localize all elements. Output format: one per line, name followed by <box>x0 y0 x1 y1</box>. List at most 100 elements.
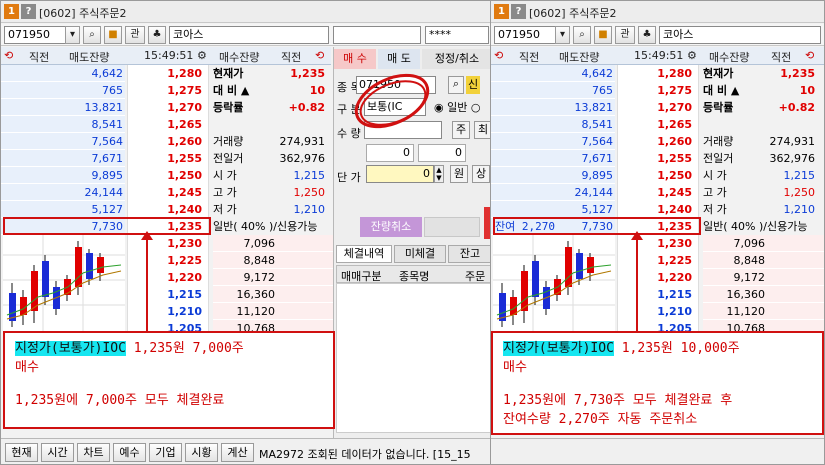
price-input[interactable]: 0 <box>366 165 434 183</box>
bid-price[interactable]: 1,230 <box>127 235 209 252</box>
gear-icon[interactable]: ♣ <box>638 26 656 44</box>
ask-price[interactable]: 1,275 <box>127 82 209 99</box>
ask-price[interactable]: 1,245 <box>617 184 699 201</box>
folder-icon[interactable]: ■ <box>104 26 122 44</box>
bid-price[interactable]: 1,210 <box>617 303 699 320</box>
ask-price[interactable]: 1,280 <box>127 65 209 82</box>
bid-qty: 9,172 <box>213 269 279 286</box>
ask-price[interactable]: 1,270 <box>127 99 209 116</box>
status-button-1[interactable]: 시간 <box>41 443 74 462</box>
refresh-icon[interactable]: ⟲ <box>494 49 503 62</box>
refresh-icon[interactable]: ⟲ <box>4 49 13 62</box>
ask-price[interactable]: 1,250 <box>617 167 699 184</box>
radio-normal-label: 일반 <box>447 101 468 114</box>
related-button[interactable]: 관 <box>615 26 635 44</box>
ask-row: 5,127 1,240 저 가 1,210 <box>491 201 824 218</box>
ask-price[interactable]: 1,250 <box>127 167 209 184</box>
bid-price[interactable]: 1,225 <box>617 252 699 269</box>
bid-qty: 16,360 <box>703 286 769 303</box>
price-won-button[interactable]: 원 <box>450 165 468 183</box>
bid-prev-cell <box>769 286 824 303</box>
password-input[interactable]: **** <box>425 26 489 44</box>
dropdown-icon[interactable]: ▾ <box>555 26 570 44</box>
bid-price[interactable]: 1,220 <box>127 269 209 286</box>
callout-line-1: 지정가(보통가)IOC 1,235원 7,000주 <box>15 339 323 358</box>
qty-ju-button[interactable]: 주 <box>452 121 470 139</box>
radio-normal[interactable]: ◉ 일반 ○ <box>434 99 480 115</box>
remain-cancel-button[interactable]: 잔량취소 <box>360 217 422 237</box>
bid-price[interactable]: 1,225 <box>127 252 209 269</box>
refresh-right-icon[interactable]: ⟲ <box>315 49 324 62</box>
ask-price[interactable]: 1,265 <box>127 116 209 133</box>
dropdown-icon[interactable]: ▾ <box>65 26 80 44</box>
header-prev: 직전 <box>519 51 540 64</box>
ask-price[interactable]: 1,240 <box>617 201 699 218</box>
ask-prev-cell <box>1 201 63 218</box>
ask-qty: 8,541 <box>553 116 615 133</box>
ask-price[interactable]: 1,245 <box>127 184 209 201</box>
bid-price[interactable]: 1,220 <box>617 269 699 286</box>
window-number-icon[interactable]: 1 <box>494 4 509 19</box>
status-button-6[interactable]: 계산 <box>221 443 254 462</box>
ask-prev-cell <box>1 99 63 116</box>
ask-qty: 7,671 <box>553 150 615 167</box>
price-stepper[interactable]: ▲ ▼ <box>434 165 444 183</box>
info-value <box>753 116 819 133</box>
ask-prev-cell <box>1 82 63 99</box>
info-value: +0.82 <box>288 101 325 114</box>
related-button[interactable]: 관 <box>125 26 145 44</box>
info-value: 10 <box>309 84 325 97</box>
header-bid-qty: 매수잔량 <box>219 51 260 64</box>
tab-executions[interactable]: 체결내역 <box>336 245 392 263</box>
help-icon[interactable]: ? <box>21 4 36 19</box>
grid-col-trade-type: 매매구분 <box>341 270 382 283</box>
account-input[interactable] <box>333 26 421 44</box>
ask-row: 7,671 1,255 전일거 362,976 <box>491 150 824 167</box>
bid-price[interactable]: 1,230 <box>617 235 699 252</box>
tab-unfilled[interactable]: 미체결 <box>394 245 446 263</box>
tab-balance[interactable]: 잔고 <box>448 245 491 263</box>
ask-price[interactable]: 1,255 <box>127 150 209 167</box>
ask-row: 765 1,275 대 비 ▲ 10 <box>1 82 331 99</box>
bid-qty: 7,096 <box>213 235 279 252</box>
ask-price[interactable]: 1,270 <box>617 99 699 116</box>
help-icon[interactable]: ? <box>511 4 526 19</box>
refresh-right-icon[interactable]: ⟲ <box>805 49 814 62</box>
bid-prev-cell <box>769 269 824 286</box>
info-value: 274,931 <box>769 135 816 148</box>
ask-row: 7,564 1,260 거래량 274,931 <box>1 133 331 150</box>
info-value <box>753 218 819 235</box>
ask-row: 4,642 1,280 현재가 1,235 <box>491 65 824 82</box>
credit-button[interactable]: 신 <box>466 76 480 94</box>
status-button-3[interactable]: 예수 <box>113 443 146 462</box>
order-search-icon[interactable]: ⌕ <box>448 76 464 94</box>
ask-price[interactable]: 1,265 <box>617 116 699 133</box>
ask-price[interactable]: 1,240 <box>127 201 209 218</box>
bid-price[interactable]: 1,215 <box>617 286 699 303</box>
gear-icon[interactable]: ♣ <box>148 26 166 44</box>
candle <box>521 265 528 323</box>
ask-prev-cell <box>1 167 63 184</box>
ask-price[interactable]: 1,280 <box>617 65 699 82</box>
info-value <box>263 218 329 235</box>
search-icon[interactable]: ⌕ <box>83 26 101 44</box>
window-number-icon[interactable]: 1 <box>4 4 19 19</box>
ask-price[interactable]: 1,260 <box>617 133 699 150</box>
status-button-5[interactable]: 시황 <box>185 443 218 462</box>
header-ask-qty: 매도잔량 <box>69 51 110 64</box>
price-upper-button[interactable]: 상 <box>472 165 490 183</box>
info-value: +0.82 <box>778 101 815 114</box>
status-button-2[interactable]: 차트 <box>77 443 110 462</box>
bid-price[interactable]: 1,215 <box>127 286 209 303</box>
ask-price[interactable]: 1,275 <box>617 82 699 99</box>
search-icon[interactable]: ⌕ <box>573 26 591 44</box>
status-button-0[interactable]: 현재 <box>5 443 38 462</box>
folder-icon[interactable]: ■ <box>594 26 612 44</box>
ask-price[interactable]: 1,260 <box>127 133 209 150</box>
ask-price[interactable]: 1,255 <box>617 150 699 167</box>
candle <box>75 241 82 295</box>
status-button-4[interactable]: 기업 <box>149 443 182 462</box>
bid-price[interactable]: 1,210 <box>127 303 209 320</box>
settings-icon[interactable]: ⚙ <box>687 49 697 62</box>
settings-icon[interactable]: ⚙ <box>197 49 207 62</box>
